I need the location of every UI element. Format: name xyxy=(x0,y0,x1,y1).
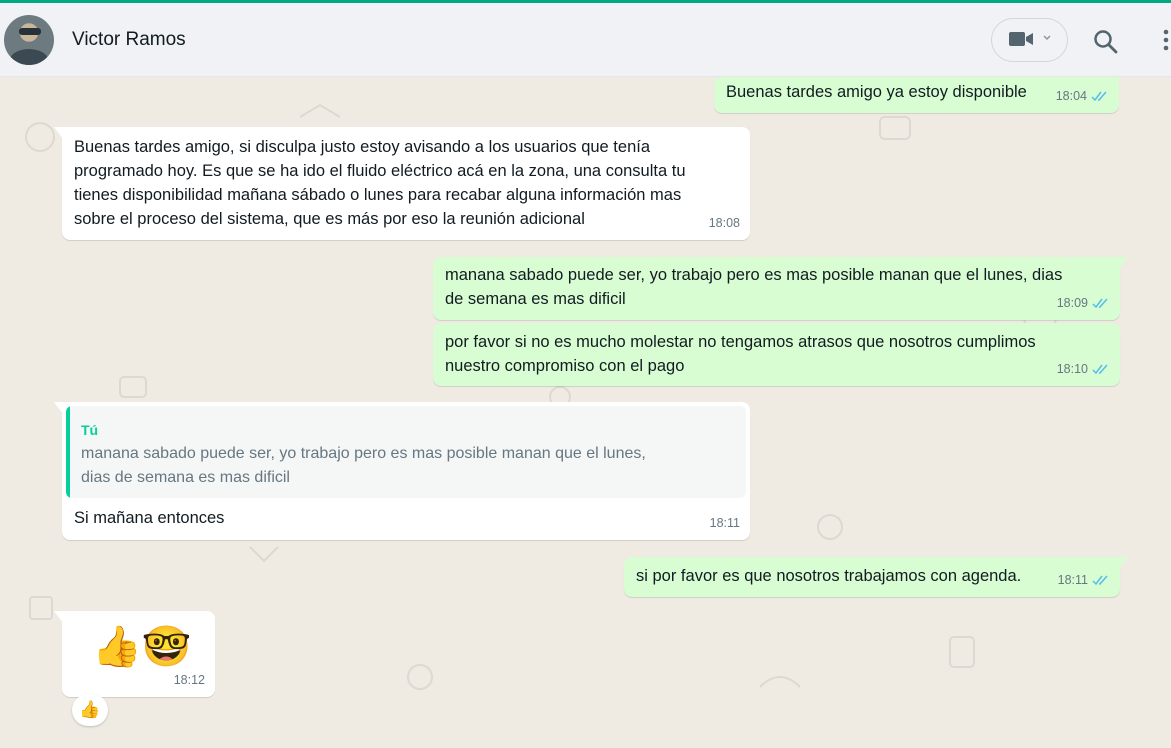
quote-author: Tú xyxy=(81,422,99,438)
contact-avatar[interactable] xyxy=(4,15,54,65)
emoji-message: 👍🤓 xyxy=(92,624,192,670)
chevron-down-icon xyxy=(1043,35,1051,41)
bubble-tail xyxy=(54,127,63,139)
double-check-icon xyxy=(1092,575,1108,585)
message-time: 18:11 xyxy=(709,516,740,530)
bubble-tail xyxy=(1119,257,1128,269)
bubble-tail xyxy=(54,611,63,623)
chat-area[interactable]: Buenas tardes amigo ya estoy disponible … xyxy=(0,77,1171,748)
message-incoming-emoji[interactable]: 👍🤓 18:12 xyxy=(54,611,215,697)
message-text: Buenas tardes amigo ya estoy disponible xyxy=(726,83,1027,101)
message-time: 18:10 xyxy=(1056,362,1088,376)
message-time: 18:04 xyxy=(1055,89,1087,103)
quote-text: manana sabado puede ser, yo trabajo pero… xyxy=(81,445,646,486)
message-meta: 18:11 xyxy=(710,511,740,535)
quoted-message[interactable]: Tú manana sabado puede ser, yo trabajo p… xyxy=(66,406,746,498)
double-check-icon xyxy=(1091,91,1107,101)
chat-header: Victor Ramos xyxy=(0,3,1171,77)
message-incoming[interactable]: Buenas tardes amigo, si disculpa justo e… xyxy=(54,127,750,240)
bubble-tail xyxy=(1119,557,1128,569)
video-camera-icon xyxy=(1009,32,1033,46)
avatar-shirt xyxy=(10,49,48,65)
message-time: 18:11 xyxy=(1057,573,1088,587)
message-time: 18:09 xyxy=(1056,296,1088,310)
message-meta: 18:08 xyxy=(709,211,740,235)
message-outgoing[interactable]: por favor si no es mucho molestar no ten… xyxy=(433,323,1120,386)
message-text: manana sabado puede ser, yo trabajo pero… xyxy=(445,266,1063,308)
search-icon[interactable] xyxy=(1093,29,1119,55)
message-outgoing[interactable]: Buenas tardes amigo ya estoy disponible … xyxy=(714,77,1119,113)
quote-bar xyxy=(66,406,70,498)
contact-name[interactable]: Victor Ramos xyxy=(72,29,186,51)
message-text: Buenas tardes amigo, si disculpa justo e… xyxy=(74,138,686,228)
avatar-sunglasses xyxy=(19,28,41,35)
bubble-tail xyxy=(54,402,63,414)
message-outgoing[interactable]: manana sabado puede ser, yo trabajo pero… xyxy=(433,257,1128,320)
message-time: 18:08 xyxy=(708,216,740,230)
menu-dots-icon[interactable] xyxy=(1161,28,1171,54)
message-text: si por favor es que nosotros trabajamos … xyxy=(636,567,1022,585)
message-text: Si mañana entonces xyxy=(74,509,225,527)
message-meta: 18:10 xyxy=(1057,357,1110,381)
message-meta: 18:12 xyxy=(174,668,205,692)
double-check-icon xyxy=(1092,364,1108,374)
message-meta: 18:04 xyxy=(1056,84,1109,108)
reaction-badge[interactable]: 👍 xyxy=(72,694,108,726)
double-check-icon xyxy=(1092,298,1108,308)
message-meta: 18:11 xyxy=(1058,568,1110,592)
message-incoming-reply[interactable]: Tú manana sabado puede ser, yo trabajo p… xyxy=(54,402,750,540)
message-outgoing[interactable]: si por favor es que nosotros trabajamos … xyxy=(624,557,1128,597)
message-text: por favor si no es mucho molestar no ten… xyxy=(445,333,1036,375)
video-call-button[interactable] xyxy=(991,18,1068,62)
message-time: 18:12 xyxy=(173,673,205,687)
message-meta: 18:09 xyxy=(1057,291,1110,315)
